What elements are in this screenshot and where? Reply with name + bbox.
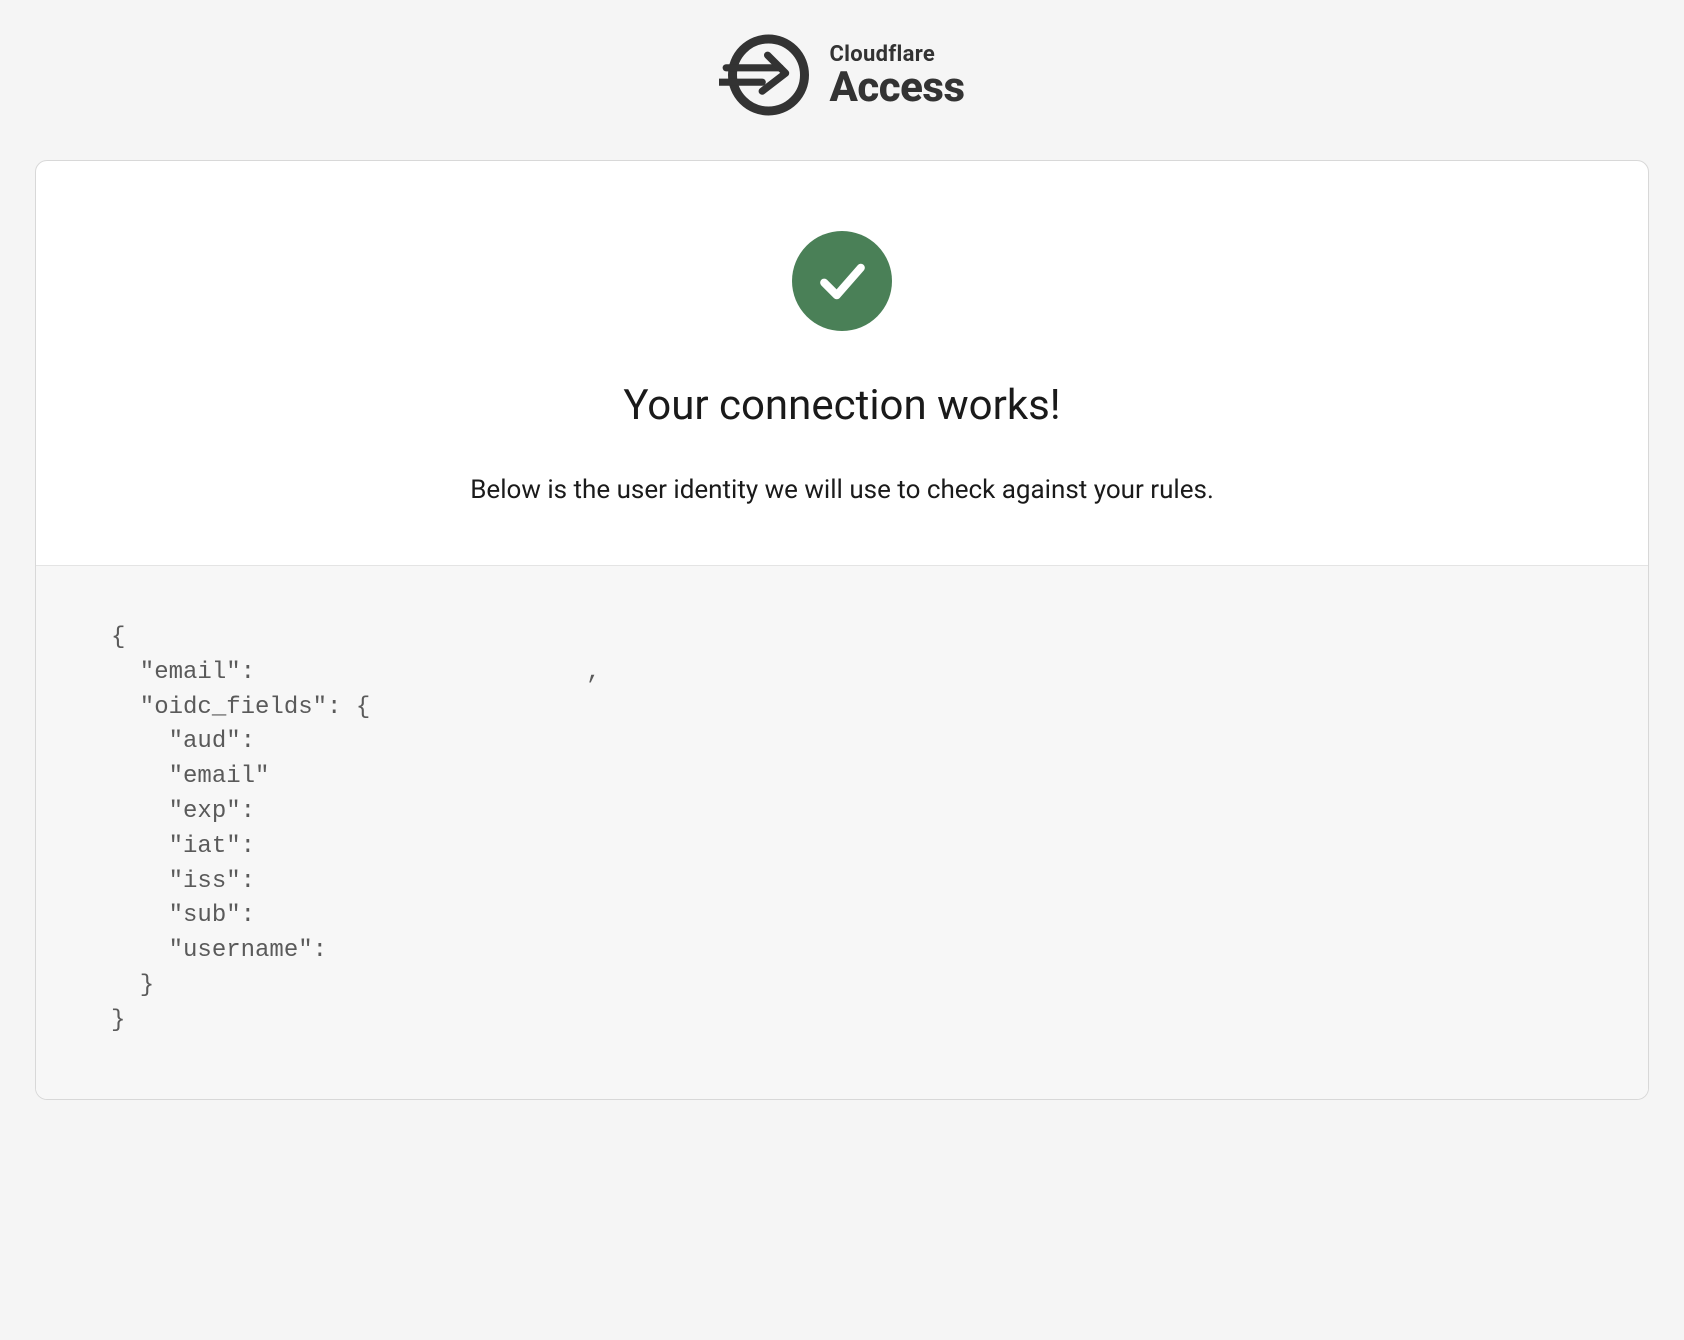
identity-section: { "email": , "oidc_fields": { "aud": "em… bbox=[36, 565, 1648, 1099]
cloudflare-access-logo-icon bbox=[719, 30, 809, 120]
main-card: Your connection works! Below is the user… bbox=[35, 160, 1649, 1100]
logo-text: Cloudflare Access bbox=[829, 42, 964, 109]
card-header-section: Your connection works! Below is the user… bbox=[36, 161, 1648, 565]
page-header: Cloudflare Access bbox=[0, 0, 1684, 160]
page-title: Your connection works! bbox=[76, 381, 1608, 430]
identity-json-block: { "email": , "oidc_fields": { "aud": "em… bbox=[111, 621, 1573, 1039]
logo-product-text: Access bbox=[829, 67, 964, 109]
page-subtitle: Below is the user identity we will use t… bbox=[76, 475, 1608, 505]
logo: Cloudflare Access bbox=[719, 30, 964, 120]
success-check-icon bbox=[792, 231, 892, 331]
